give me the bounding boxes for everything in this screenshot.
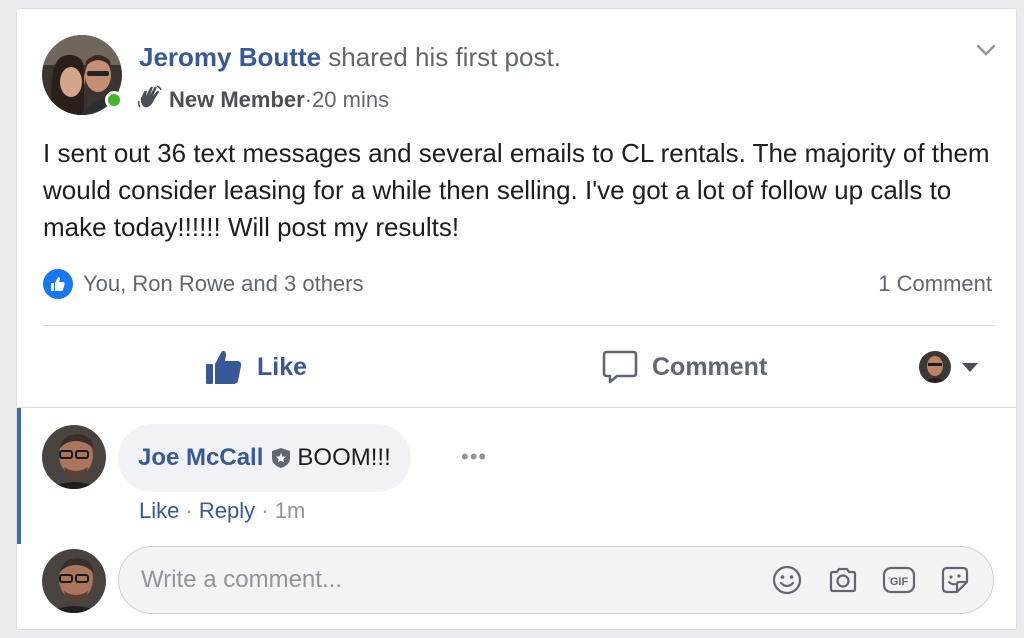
more-options-icon[interactable]: ••• xyxy=(461,444,487,470)
shield-star-icon[interactable] xyxy=(271,447,291,469)
online-status-indicator xyxy=(105,91,123,109)
waving-hand-icon xyxy=(137,84,163,116)
commenter-avatar[interactable] xyxy=(42,425,106,489)
comment-actions: Like · Reply · 1m xyxy=(139,498,305,524)
comment-button[interactable]: Comment xyxy=(602,345,767,389)
comment-count-link[interactable]: 1 Comment xyxy=(878,271,992,297)
like-button-label: Like xyxy=(257,352,308,381)
post-timestamp[interactable]: 20 mins xyxy=(312,87,389,113)
commenter-name[interactable]: Joe McCall xyxy=(138,444,263,472)
thumbs-up-icon xyxy=(43,269,73,299)
camera-icon[interactable] xyxy=(825,562,861,598)
reactions-summary[interactable]: You, Ron Rowe and 3 others xyxy=(43,269,364,299)
comments-section: Joe McCall BOOM!!! ••• Like · Reply · 1m xyxy=(17,407,1016,629)
thumbs-up-icon xyxy=(206,350,242,384)
reactions-text: You, Ron Rowe and 3 others xyxy=(83,271,364,296)
time-separator: · xyxy=(304,87,313,112)
author-name[interactable]: Jeromy Boutte xyxy=(139,42,321,72)
speech-bubble-icon xyxy=(602,350,638,384)
smiley-icon[interactable] xyxy=(769,562,805,598)
svg-text:GIF: GIF xyxy=(890,576,909,588)
post-header: Jeromy Boutte shared his first post. xyxy=(139,42,561,73)
post-action-text: shared his first post. xyxy=(321,42,561,72)
separator: · xyxy=(179,498,199,523)
divider xyxy=(43,325,995,326)
comment-bubble: Joe McCall BOOM!!! xyxy=(118,424,411,492)
comment-like-link[interactable]: Like xyxy=(139,498,179,523)
separator: · xyxy=(255,498,275,523)
comment-reply-link[interactable]: Reply xyxy=(199,498,255,523)
post-body: I sent out 36 text messages and several … xyxy=(43,138,990,242)
sticker-icon[interactable] xyxy=(937,562,973,598)
comment-composer: GIF xyxy=(118,546,994,614)
gif-icon[interactable]: GIF xyxy=(881,562,917,598)
chevron-down-icon[interactable] xyxy=(975,39,997,61)
member-badge-label[interactable]: New Member xyxy=(169,87,305,113)
caret-down-icon xyxy=(962,363,978,372)
post-card: Jeromy Boutte shared his first post. New… xyxy=(16,8,1017,630)
comment-text: BOOM!!! xyxy=(297,444,391,471)
comment-highlight-bar xyxy=(17,408,21,544)
post-as-selector[interactable] xyxy=(919,351,979,383)
viewer-avatar xyxy=(919,351,951,383)
comment-button-label: Comment xyxy=(652,352,768,381)
comment-input[interactable] xyxy=(119,559,769,601)
viewer-avatar xyxy=(42,549,106,613)
post-meta: New Member · 20 mins xyxy=(137,84,389,116)
comment-timestamp[interactable]: 1m xyxy=(275,498,306,523)
like-button[interactable]: Like xyxy=(205,345,307,389)
